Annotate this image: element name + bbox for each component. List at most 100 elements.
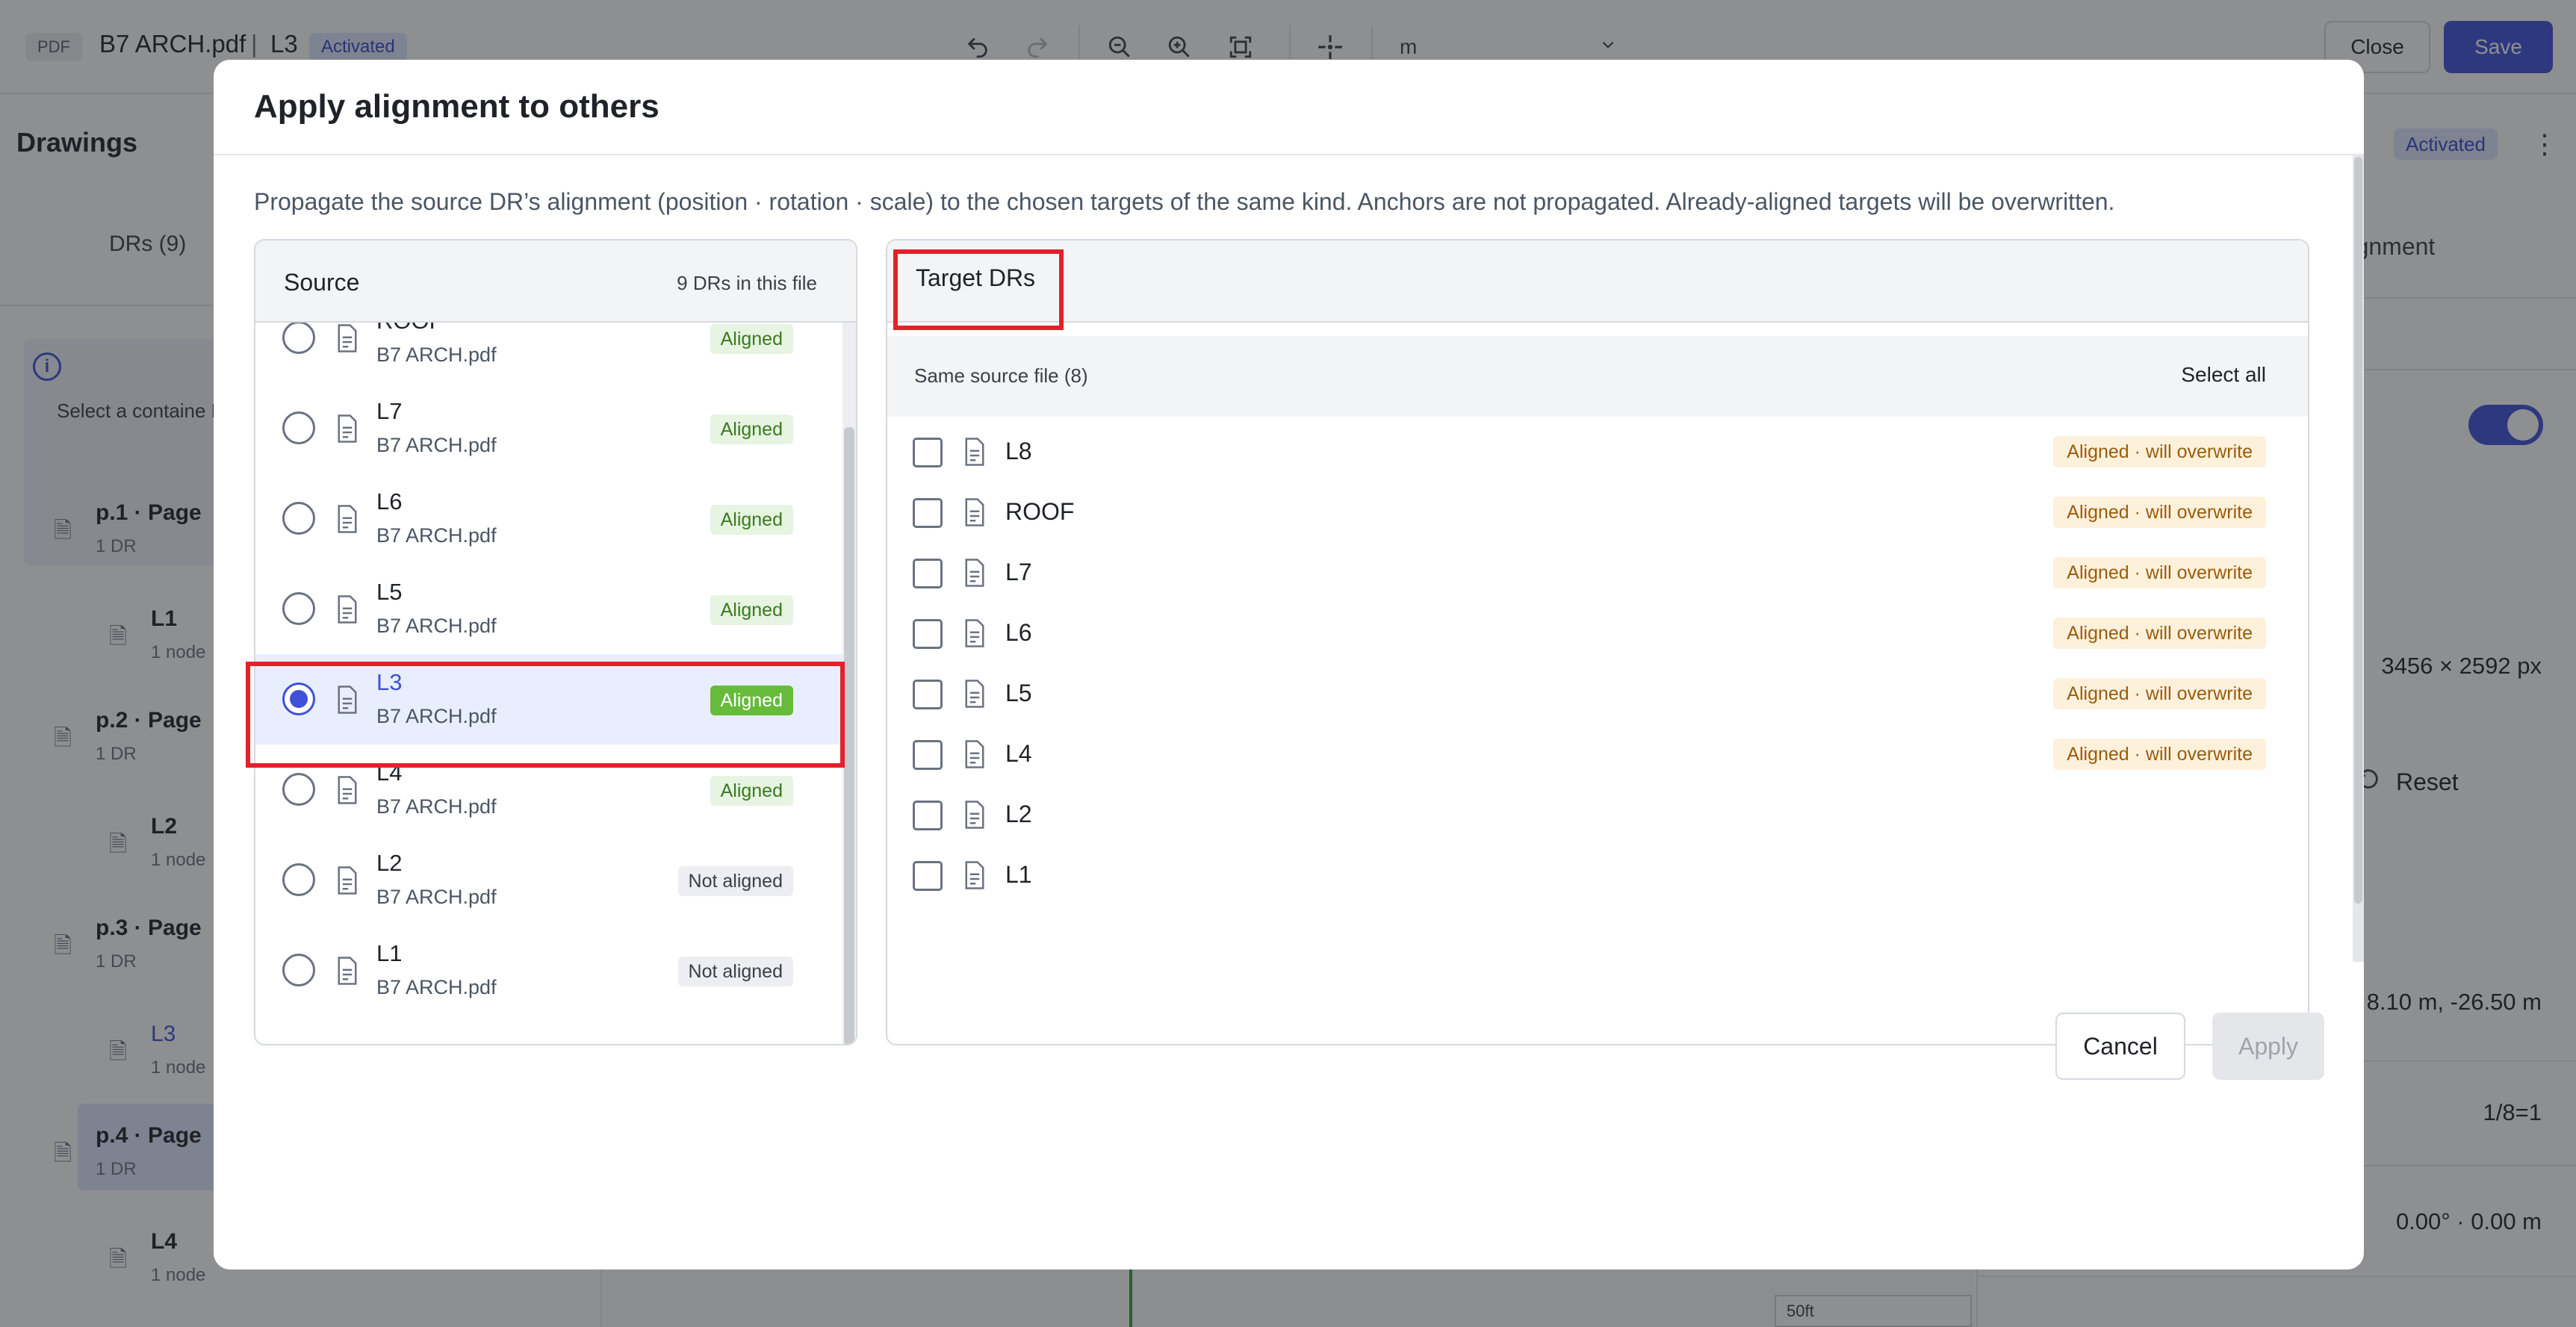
source-header: Source 9 DRs in this file — [255, 240, 856, 323]
target-item[interactable]: L4 Aligned · will overwrite — [887, 725, 2308, 786]
checkbox[interactable] — [913, 438, 943, 467]
document-icon — [965, 801, 984, 829]
document-icon — [338, 324, 357, 352]
target-item[interactable]: ROOF Aligned · will overwrite — [887, 483, 2308, 544]
cancel-button[interactable]: Cancel — [2055, 1013, 2185, 1080]
radio-button[interactable] — [282, 411, 315, 444]
checkbox[interactable] — [913, 680, 943, 709]
source-item-name: L3 — [376, 669, 403, 695]
source-item-file: B7 ARCH.pdf — [376, 344, 497, 366]
dialog-divider — [214, 154, 2364, 155]
source-item-file: B7 ARCH.pdf — [376, 886, 497, 908]
radio-button[interactable] — [282, 592, 315, 625]
source-item-name: ROOF — [376, 323, 444, 335]
checkbox[interactable] — [913, 619, 943, 649]
source-item[interactable]: L2 B7 ARCH.pdf Not aligned — [255, 835, 845, 925]
document-icon — [338, 414, 357, 443]
target-item[interactable]: L2 — [887, 786, 2308, 846]
radio-button[interactable] — [282, 323, 315, 354]
document-icon — [965, 740, 984, 768]
checkbox[interactable] — [913, 740, 943, 770]
checkbox[interactable] — [913, 801, 943, 830]
source-item[interactable]: L5 B7 ARCH.pdf Aligned — [255, 564, 845, 654]
overwrite-badge: Aligned · will overwrite — [2053, 436, 2266, 467]
overwrite-badge: Aligned · will overwrite — [2053, 739, 2266, 770]
select-all-button[interactable]: Select all — [2181, 363, 2266, 387]
overwrite-badge: Aligned · will overwrite — [2053, 497, 2266, 528]
source-item-name: L6 — [376, 488, 403, 515]
checkbox[interactable] — [913, 861, 943, 891]
radio-button[interactable] — [282, 863, 315, 896]
source-item-file: B7 ARCH.pdf — [376, 524, 497, 547]
dialog-description: Propagate the source DR’s alignment (pos… — [254, 188, 2115, 215]
source-item-name: L4 — [376, 759, 403, 786]
radio-button-checked[interactable] — [282, 683, 315, 715]
source-item-selected[interactable]: L3 B7 ARCH.pdf Aligned — [255, 654, 845, 745]
dialog-title: Apply alignment to others — [254, 88, 659, 125]
source-item-name: L7 — [376, 398, 403, 424]
radio-button[interactable] — [282, 502, 315, 535]
aligned-badge: Aligned — [710, 595, 793, 625]
target-item-name: ROOF — [1005, 498, 1075, 525]
document-icon — [338, 686, 357, 714]
not-aligned-badge: Not aligned — [677, 957, 793, 986]
source-count: 9 DRs in this file — [677, 272, 817, 294]
target-item[interactable]: L5 Aligned · will overwrite — [887, 665, 2308, 725]
target-item-name: L2 — [1005, 801, 1032, 827]
overwrite-badge: Aligned · will overwrite — [2053, 678, 2266, 709]
target-header: Target DRs — [887, 240, 2308, 323]
document-icon — [965, 680, 984, 708]
target-title: Target DRs — [916, 264, 1036, 291]
target-panel: Target DRs Same source file (8) Select a… — [886, 239, 2309, 1045]
target-item-name: L6 — [1005, 619, 1032, 646]
target-item[interactable]: L1 — [887, 846, 2308, 907]
target-item-name: L5 — [1005, 680, 1032, 706]
target-item-name: L7 — [1005, 559, 1032, 585]
overwrite-badge: Aligned · will overwrite — [2053, 557, 2266, 588]
checkbox[interactable] — [913, 498, 943, 528]
aligned-badge: Aligned — [710, 505, 793, 535]
not-aligned-badge: Not aligned — [677, 866, 793, 896]
document-icon — [965, 498, 984, 526]
document-icon — [965, 438, 984, 466]
document-icon — [965, 619, 984, 647]
source-item-name: L5 — [376, 579, 403, 605]
aligned-badge: Aligned — [710, 686, 793, 715]
source-item-file: B7 ARCH.pdf — [376, 976, 497, 998]
aligned-badge: Aligned — [710, 776, 793, 806]
source-item-file: B7 ARCH.pdf — [376, 434, 497, 456]
target-group-header: Same source file (8) Select all — [887, 336, 2308, 417]
source-item[interactable]: L6 B7 ARCH.pdf Aligned — [255, 473, 845, 564]
dialog-scrollbar-thumb[interactable] — [2354, 157, 2362, 904]
source-item[interactable]: L4 B7 ARCH.pdf Aligned — [255, 745, 845, 835]
apply-alignment-dialog: Apply alignment to others Propagate the … — [214, 60, 2364, 1269]
source-item-file: B7 ARCH.pdf — [376, 705, 497, 727]
document-icon — [338, 957, 357, 985]
target-item-name: L1 — [1005, 861, 1032, 888]
document-icon — [338, 505, 357, 533]
overwrite-badge: Aligned · will overwrite — [2053, 618, 2266, 649]
target-item[interactable]: L6 Aligned · will overwrite — [887, 604, 2308, 665]
radio-button[interactable] — [282, 954, 315, 986]
source-item-name: L2 — [376, 850, 403, 876]
target-item[interactable]: L8 Aligned · will overwrite — [887, 423, 2308, 483]
target-item-name: L8 — [1005, 438, 1032, 464]
source-list: ROOF B7 ARCH.pdf Aligned L7 B7 ARCH.pdf … — [255, 323, 845, 1044]
radio-button[interactable] — [282, 773, 315, 806]
document-icon — [338, 776, 357, 804]
target-item-name: L4 — [1005, 740, 1032, 767]
source-item[interactable]: ROOF B7 ARCH.pdf Aligned — [255, 323, 845, 383]
source-scrollbar-thumb[interactable] — [844, 427, 854, 1044]
apply-button[interactable]: Apply — [2212, 1013, 2324, 1080]
aligned-badge: Aligned — [710, 414, 793, 444]
document-icon — [338, 595, 357, 624]
source-item-name: L1 — [376, 940, 403, 966]
source-panel: Source 9 DRs in this file ROOF B7 ARCH.p… — [254, 239, 857, 1045]
target-group-title: Same source file (8) — [914, 364, 1088, 387]
checkbox[interactable] — [913, 559, 943, 588]
aligned-badge: Aligned — [710, 324, 793, 354]
source-item[interactable]: L7 B7 ARCH.pdf Aligned — [255, 383, 845, 473]
source-item[interactable]: L1 B7 ARCH.pdf Not aligned — [255, 925, 845, 1016]
target-item[interactable]: L7 Aligned · will overwrite — [887, 544, 2308, 604]
document-icon — [965, 861, 984, 889]
